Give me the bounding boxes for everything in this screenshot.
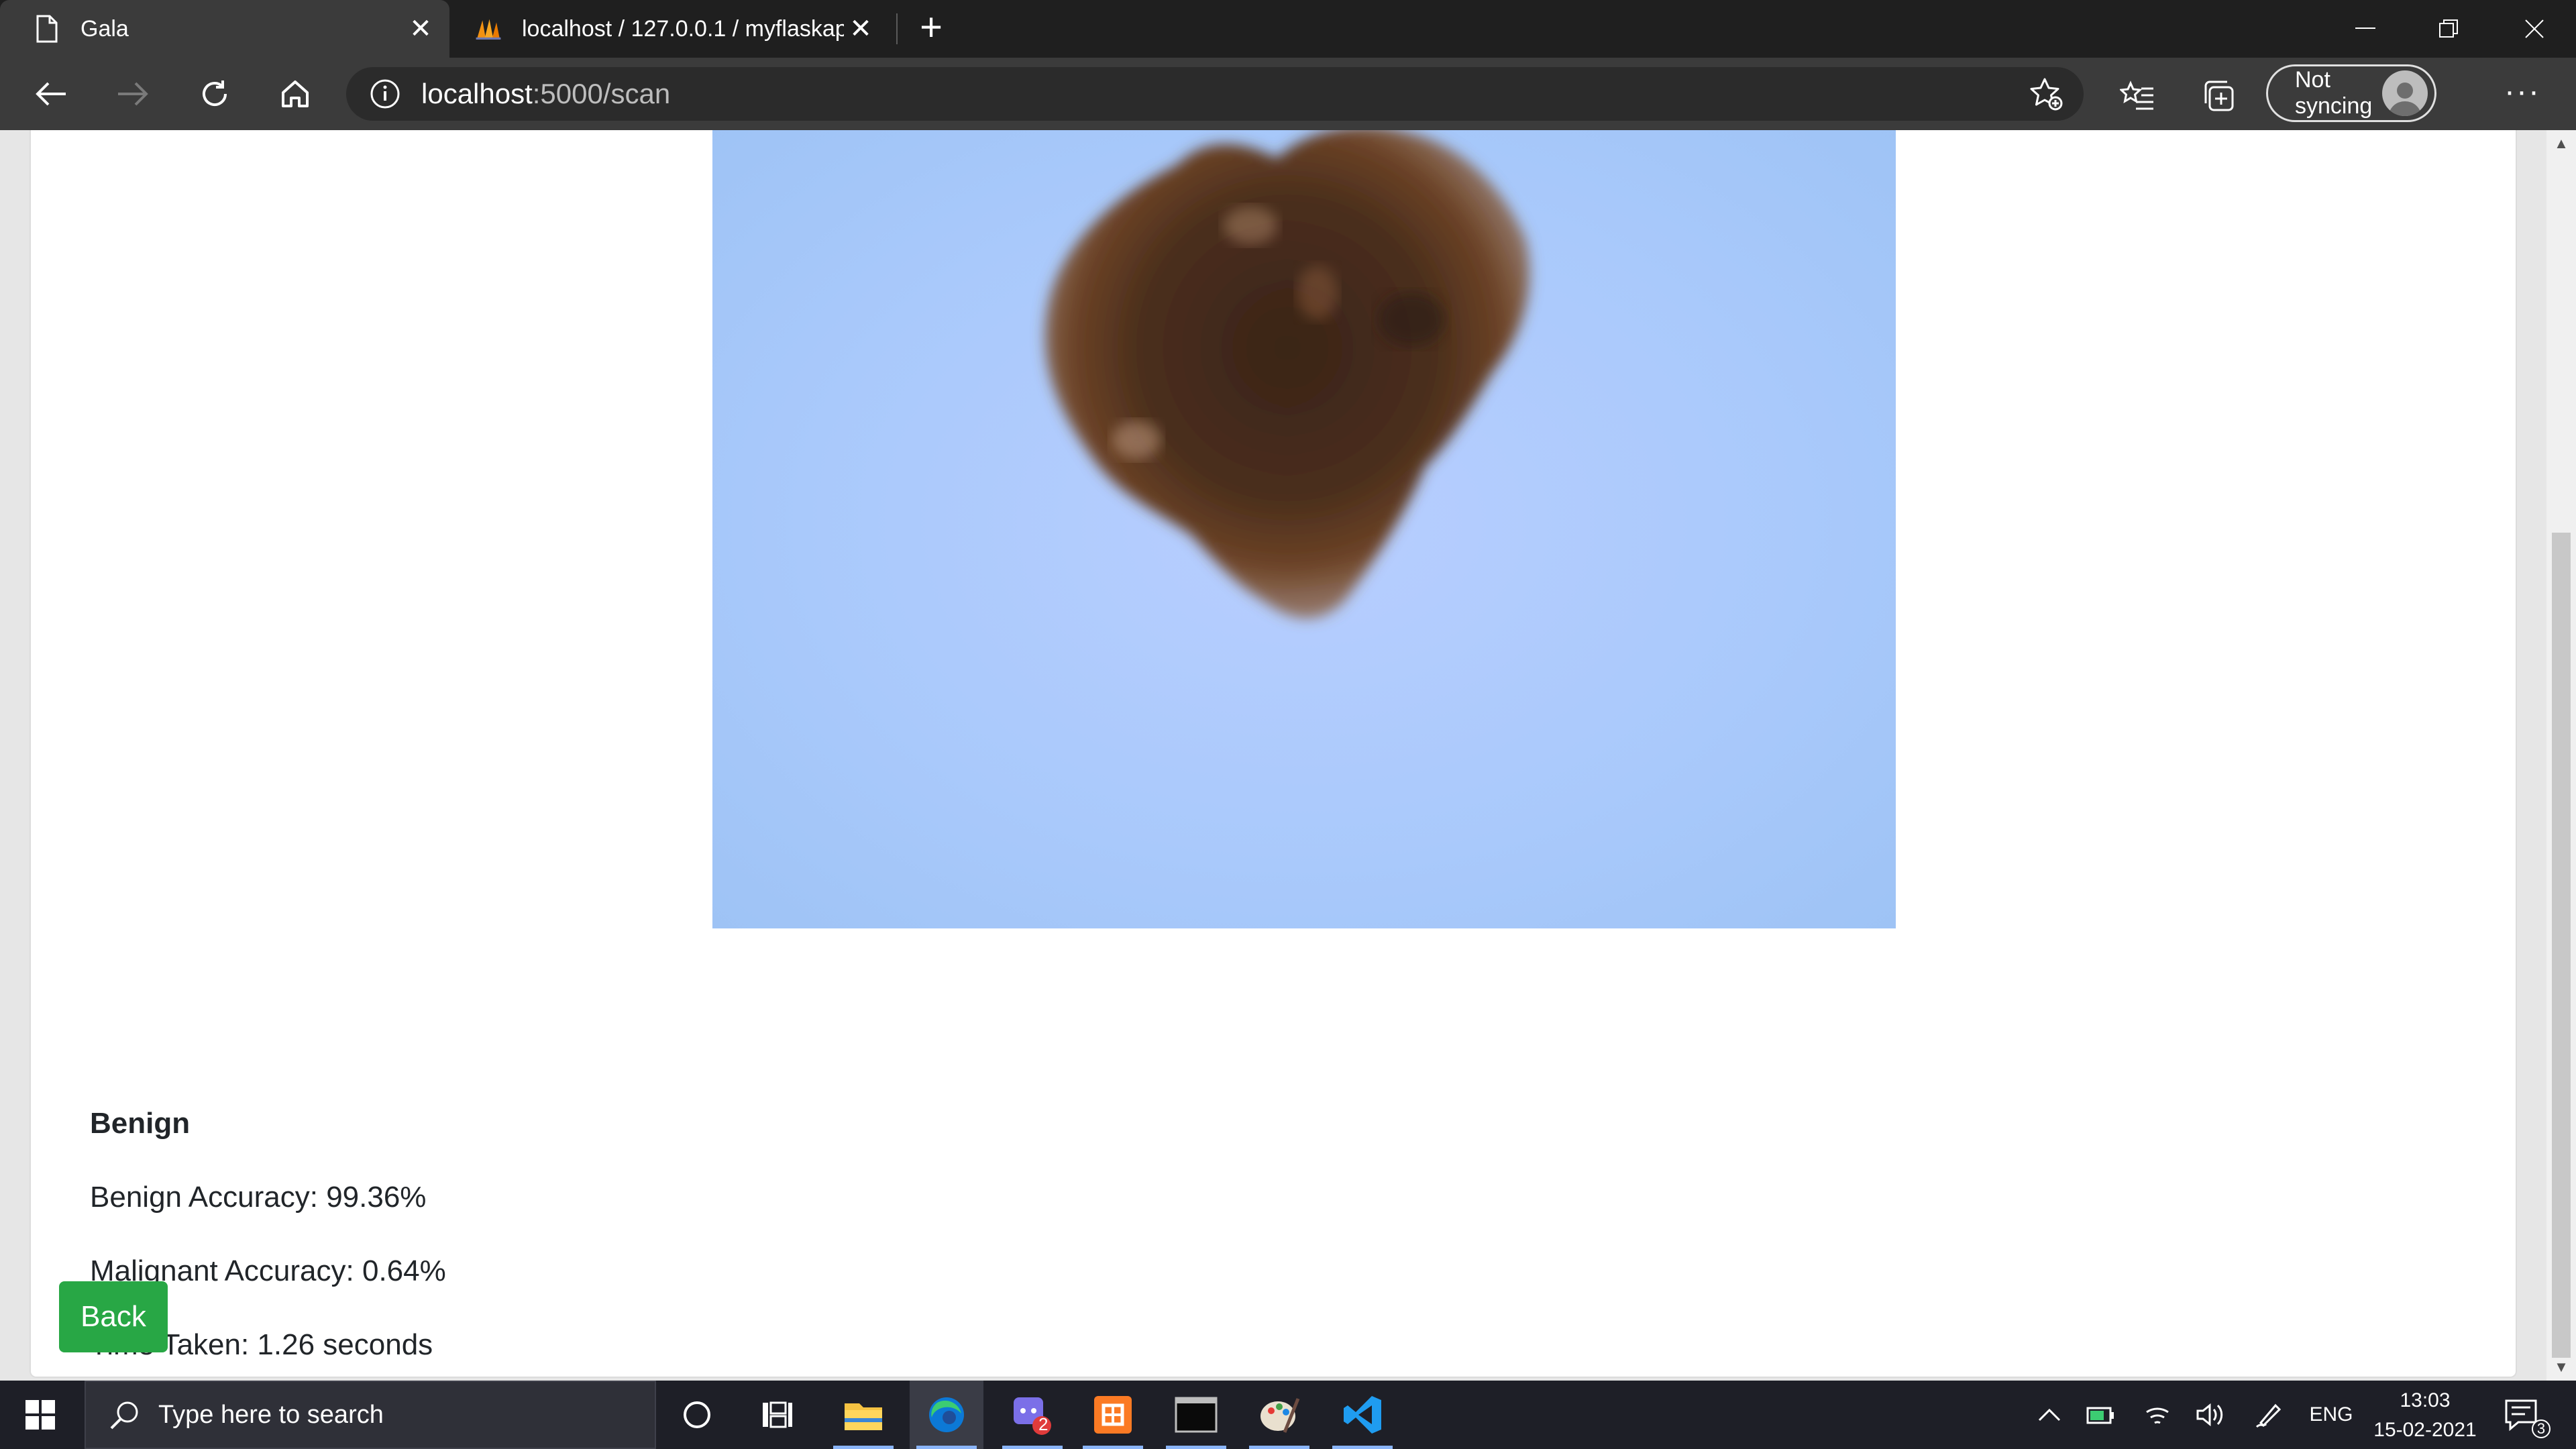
url-host: localhost (421, 78, 533, 109)
minimize-button[interactable] (2324, 0, 2407, 58)
skin-lesion-image (712, 130, 1896, 928)
close-icon[interactable]: ✕ (404, 13, 437, 44)
new-tab-button[interactable]: + (912, 8, 950, 48)
more-options-icon[interactable]: ··· (2502, 76, 2542, 109)
tab-separator (896, 13, 898, 44)
close-icon[interactable]: ✕ (844, 13, 877, 44)
chat-badge: 2 (1038, 1414, 1049, 1434)
sync-label: Not syncing (2295, 67, 2373, 119)
add-favorite-icon[interactable] (2029, 76, 2063, 111)
url-text: localhost:5000/scan (421, 78, 670, 110)
phpmyadmin-icon (475, 13, 502, 45)
info-icon[interactable] (369, 78, 401, 110)
favorites-icon[interactable] (2117, 75, 2157, 115)
browser-toolbar: localhost:5000/scan Not syncing ··· (0, 58, 2576, 130)
running-indicator (1332, 1446, 1393, 1449)
xampp-icon[interactable] (1076, 1381, 1150, 1449)
tab-title: localhost / 127.0.0.1 / myflaskapp (522, 15, 844, 42)
tab-gala[interactable]: Gala ✕ (0, 0, 449, 58)
tab-strip: Gala ✕ localhost / 127.0.0.1 / myflaskap… (0, 0, 2576, 58)
file-explorer-icon[interactable] (826, 1381, 900, 1449)
terminal-icon[interactable] (1159, 1381, 1233, 1449)
paint-icon[interactable] (1242, 1381, 1316, 1449)
wifi-icon[interactable] (2139, 1381, 2176, 1449)
url-path: :5000/scan (532, 78, 671, 109)
running-indicator (1249, 1446, 1309, 1449)
search-placeholder: Type here to search (158, 1400, 384, 1429)
close-window-button[interactable] (2493, 0, 2576, 58)
lesion-shape (1044, 130, 1530, 619)
clock-date: 15-02-2021 (2373, 1419, 2477, 1441)
benign-accuracy: Benign Accuracy: 99.36% (90, 1181, 427, 1214)
scroll-down-icon[interactable]: ▼ (2546, 1354, 2576, 1381)
windows-start-icon[interactable] (13, 1394, 67, 1436)
clock-time: 13:03 (2400, 1389, 2451, 1411)
battery-icon[interactable] (2082, 1381, 2120, 1449)
tab-phpmyadmin[interactable]: localhost / 127.0.0.1 / myflaskapp ✕ (463, 0, 899, 58)
task-view-icon[interactable] (741, 1381, 814, 1449)
restore-button[interactable] (2407, 0, 2490, 58)
back-button[interactable]: Back (59, 1281, 168, 1352)
avatar (2382, 70, 2428, 116)
address-bar[interactable]: localhost:5000/scan (346, 67, 2084, 121)
running-indicator (1083, 1446, 1143, 1449)
home-icon[interactable] (274, 72, 317, 115)
show-hidden-icons-chevron-icon[interactable] (2033, 1381, 2066, 1449)
running-indicator (1166, 1446, 1226, 1449)
windows-taskbar: Type here to search 2 ENG 13:03 15-02-20… (0, 1381, 2576, 1449)
tab-title: Gala (80, 15, 129, 42)
scrollbar-thumb[interactable] (2552, 533, 2571, 1358)
sync-status-button[interactable]: Not syncing (2266, 64, 2436, 122)
page-viewport: Benign Benign Accuracy: 99.36% Malignant… (0, 130, 2576, 1381)
taskbar-search-input[interactable]: Type here to search (85, 1381, 656, 1449)
notification-center-icon[interactable]: 3 (2501, 1393, 2551, 1440)
collections-icon[interactable] (2198, 75, 2238, 115)
system-clock[interactable]: 13:03 15-02-2021 (2361, 1386, 2489, 1445)
language-indicator[interactable]: ENG (2308, 1381, 2355, 1449)
forward-arrow-icon[interactable] (111, 72, 154, 115)
cortana-icon[interactable] (660, 1381, 734, 1449)
edge-browser-icon[interactable] (910, 1381, 983, 1449)
notification-count: 3 (2532, 1419, 2551, 1438)
page-icon (34, 13, 60, 45)
refresh-icon[interactable] (193, 72, 236, 115)
vscode-icon[interactable] (1326, 1381, 1399, 1449)
chat-app-icon[interactable]: 2 (996, 1381, 1069, 1449)
result-label: Benign (90, 1107, 191, 1140)
volume-icon[interactable] (2191, 1381, 2229, 1449)
result-card: Benign Benign Accuracy: 99.36% Malignant… (30, 130, 2517, 1378)
scroll-up-icon[interactable]: ▲ (2546, 130, 2576, 157)
running-indicator (916, 1446, 977, 1449)
back-arrow-icon[interactable] (30, 72, 72, 115)
vertical-scrollbar[interactable]: ▲ ▼ (2546, 130, 2576, 1381)
pen-icon[interactable] (2250, 1381, 2288, 1449)
running-indicator (1002, 1446, 1063, 1449)
running-indicator (833, 1446, 894, 1449)
search-icon (106, 1396, 144, 1434)
